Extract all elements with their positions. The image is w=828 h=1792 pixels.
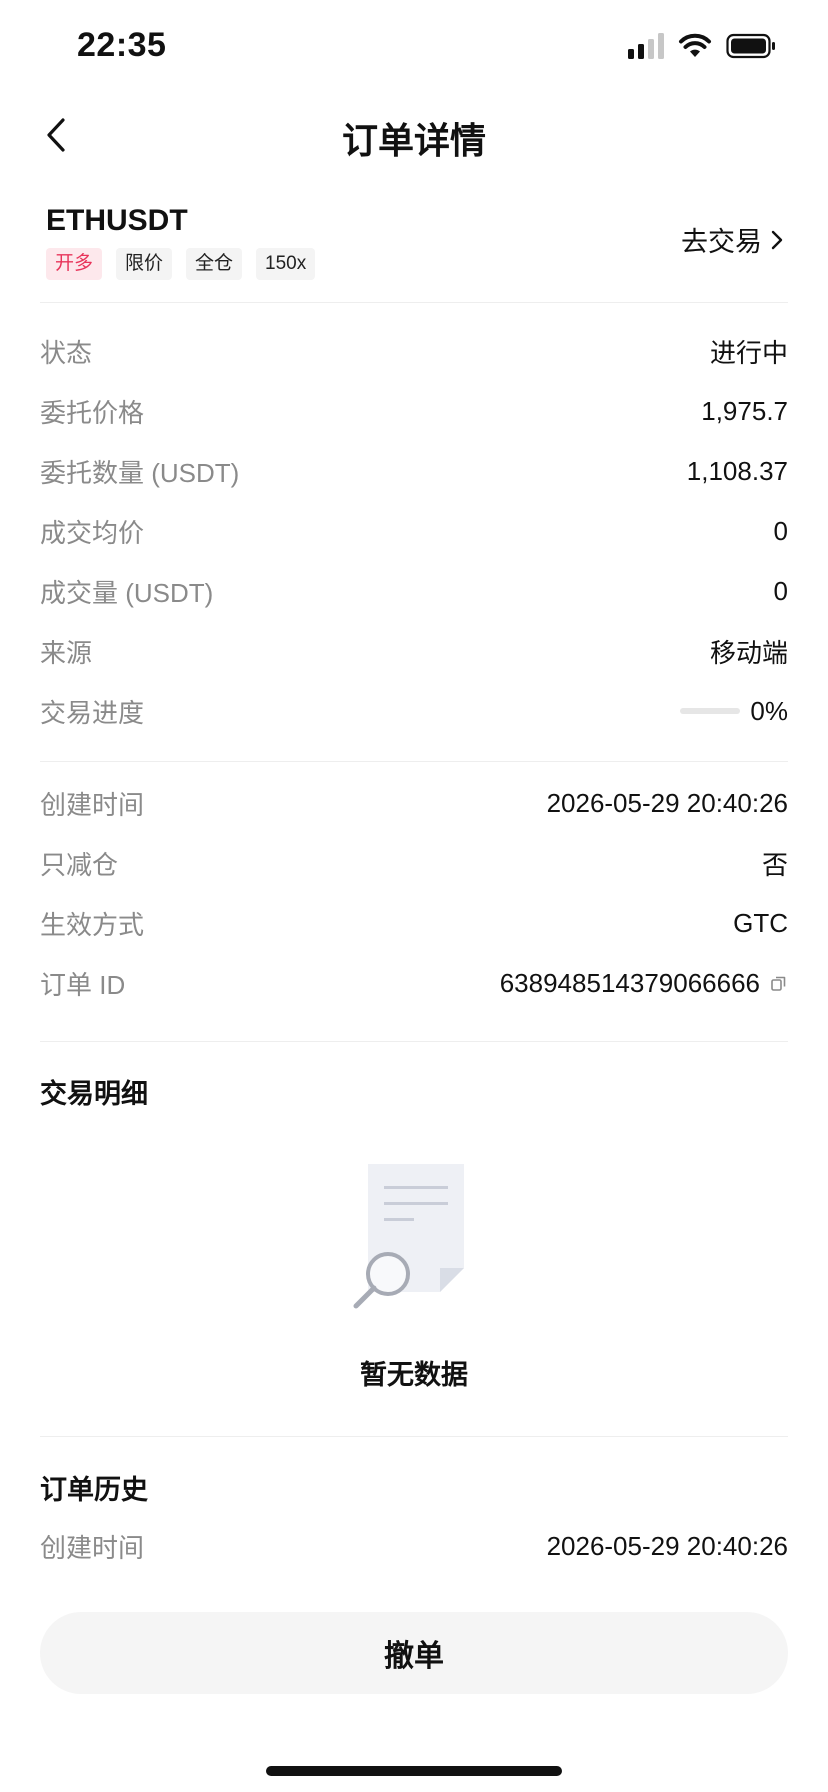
symbol-name: ETHUSDT (46, 204, 188, 237)
detail-row-reduce-only: 只减仓 否 (40, 841, 788, 885)
empty-document-search-icon (353, 1164, 464, 1309)
progress-value: 0% (680, 696, 788, 727)
detail-row-order-price: 委托价格 1,975.7 (40, 389, 788, 433)
wifi-icon (679, 33, 711, 57)
detail-value: 0 (773, 515, 788, 546)
detail-row-status: 状态 进行中 (40, 329, 788, 373)
order-id-text: 638948514379066666 (499, 967, 760, 998)
detail-label: 交易进度 (40, 697, 145, 728)
order-id-value: 638948514379066666 (500, 968, 788, 999)
tag-side: 开多 (46, 248, 103, 280)
detail-label: 订单 ID (40, 969, 126, 1000)
detail-row-created-time: 创建时间 2026-05-29 20:40:26 (40, 781, 788, 825)
detail-label: 创建时间 (40, 789, 145, 820)
copy-button[interactable] (770, 974, 788, 992)
detail-value: 2026-05-29 20:40:26 (546, 787, 788, 818)
tag-order-type: 限价 (116, 248, 173, 280)
symbol-header: ETHUSDT 开多 限价 全仓 150x 去交易 (40, 198, 788, 302)
cancel-order-button[interactable]: 撤单 (40, 1612, 788, 1694)
empty-state-text: 暂无数据 (360, 1360, 468, 1390)
tag-margin-mode: 全仓 (186, 248, 243, 280)
detail-label: 生效方式 (40, 909, 145, 940)
detail-value: 0 (773, 575, 788, 606)
signal-icon (628, 33, 664, 59)
section-title-order-history: 订单历史 (40, 1475, 148, 1505)
detail-row-source: 来源 移动端 (40, 629, 788, 673)
detail-row-avg-price: 成交均价 0 (40, 509, 788, 553)
detail-label: 成交均价 (40, 517, 145, 548)
chevron-right-icon (771, 230, 783, 249)
go-trade-link[interactable]: 去交易 (681, 220, 784, 259)
detail-row-order-id: 订单 ID 638948514379066666 (40, 961, 788, 1005)
detail-row-order-qty: 委托数量 (USDT) 1,108.37 (40, 449, 788, 493)
detail-label: 委托数量 (USDT) (40, 457, 240, 488)
detail-label: 创建时间 (40, 1532, 145, 1563)
detail-value: 2026-05-29 20:40:26 (546, 1530, 788, 1561)
divider (40, 1041, 788, 1042)
status-time: 22:35 (77, 26, 167, 64)
detail-value: 否 (761, 849, 788, 880)
go-trade-label: 去交易 (681, 227, 762, 257)
detail-label: 只减仓 (40, 849, 119, 880)
detail-row-filled-qty: 成交量 (USDT) 0 (40, 569, 788, 613)
detail-label: 来源 (40, 637, 93, 668)
tag-leverage: 150x (256, 248, 316, 280)
section-title-trade-detail: 交易明细 (40, 1079, 148, 1109)
status-icons (628, 30, 776, 62)
detail-label: 委托价格 (40, 397, 145, 428)
home-indicator (266, 1766, 562, 1776)
divider (40, 1436, 788, 1437)
page-title: 订单详情 (341, 120, 486, 161)
progress-percent: 0% (750, 695, 788, 726)
divider (40, 302, 788, 303)
detail-value: 1,975.7 (701, 395, 788, 426)
battery-icon (726, 33, 775, 59)
status-bar: 22:35 (0, 0, 828, 96)
detail-row-time-in-force: 生效方式 GTC (40, 901, 788, 945)
nav-bar: 订单详情 (0, 96, 828, 176)
copy-icon (771, 976, 786, 991)
detail-label: 状态 (40, 337, 93, 368)
progress-bar (680, 708, 741, 714)
order-tags: 开多 限价 全仓 150x (46, 248, 316, 280)
detail-value: GTC (733, 907, 788, 938)
detail-value: 移动端 (709, 637, 788, 668)
history-row-created-time: 创建时间 2026-05-29 20:40:26 (40, 1524, 788, 1568)
detail-label: 成交量 (USDT) (40, 577, 214, 608)
detail-value: 进行中 (709, 337, 788, 368)
detail-row-progress: 交易进度 0% (40, 689, 788, 733)
divider (40, 761, 788, 762)
detail-value: 1,108.37 (686, 455, 788, 486)
